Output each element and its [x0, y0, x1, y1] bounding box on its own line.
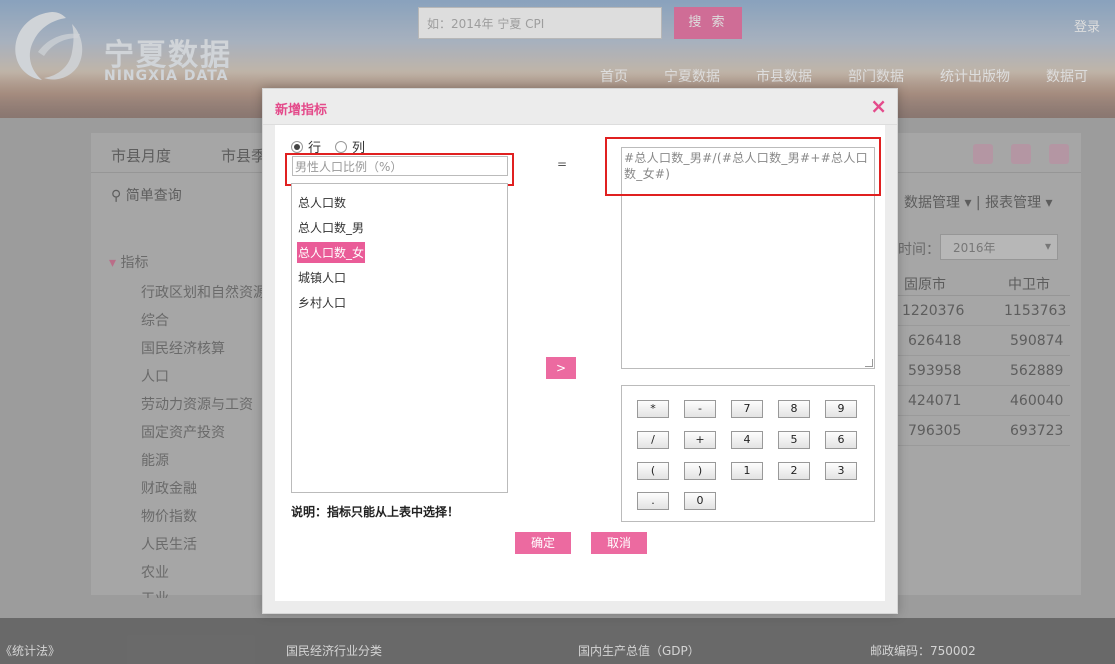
- list-item-selected[interactable]: 总人口数_女: [297, 242, 366, 263]
- key-plus[interactable]: +: [684, 431, 716, 449]
- key-8[interactable]: 8: [778, 400, 810, 418]
- close-icon[interactable]: ×: [870, 94, 887, 118]
- key-4[interactable]: 4: [731, 431, 763, 449]
- dialog-note: 说明：指标只能从上表中选择！: [291, 505, 460, 519]
- dialog-title: 新增指标: [275, 103, 328, 118]
- orientation-radios: 行 列: [291, 137, 379, 156]
- radio-column-option[interactable]: [335, 140, 348, 153]
- key-9[interactable]: 9: [825, 400, 857, 418]
- list-item[interactable]: 乡村人口: [297, 292, 347, 313]
- key-open-paren[interactable]: (: [637, 462, 669, 480]
- key-5[interactable]: 5: [778, 431, 810, 449]
- dialog-header: 新增指标 ×: [263, 89, 897, 125]
- radio-row-label: 行: [308, 141, 322, 156]
- key-2[interactable]: 2: [778, 462, 810, 480]
- formula-textarea[interactable]: [621, 147, 875, 369]
- list-item[interactable]: 总人口数_男: [297, 217, 365, 238]
- list-item[interactable]: 总人口数: [297, 192, 347, 213]
- add-to-formula-button[interactable]: >: [546, 357, 576, 379]
- key-7[interactable]: 7: [731, 400, 763, 418]
- key-0[interactable]: 0: [684, 492, 716, 510]
- key-1[interactable]: 1: [731, 462, 763, 480]
- radio-column-label: 列: [352, 141, 366, 156]
- list-item[interactable]: 城镇人口: [297, 267, 347, 288]
- key-multiply[interactable]: *: [637, 400, 669, 418]
- indicator-list: 总人口数 总人口数_男 总人口数_女 城镇人口 乡村人口: [291, 183, 508, 493]
- key-decimal[interactable]: .: [637, 492, 669, 510]
- add-indicator-dialog: 新增指标 × 行 列 总人口数 总人口数_男 总人口数_女 城镇人口 乡村人口 …: [262, 88, 898, 614]
- resize-grip-icon[interactable]: [865, 359, 873, 367]
- key-divide[interactable]: /: [637, 431, 669, 449]
- confirm-button[interactable]: 确定: [515, 532, 571, 554]
- radio-row-option[interactable]: [291, 140, 303, 153]
- key-6[interactable]: 6: [825, 431, 857, 449]
- indicator-name-input[interactable]: [292, 156, 508, 176]
- operator-keypad: * - 7 8 9 / + 4 5 6 ( ) 1 2 3 . 0: [621, 385, 875, 522]
- dialog-body: 行 列 总人口数 总人口数_男 总人口数_女 城镇人口 乡村人口 = > * -…: [275, 125, 885, 601]
- key-close-paren[interactable]: ): [684, 462, 716, 480]
- key-minus[interactable]: -: [684, 400, 716, 418]
- cancel-button[interactable]: 取消: [591, 532, 647, 554]
- key-3[interactable]: 3: [825, 462, 857, 480]
- equals-sign: =: [557, 157, 568, 171]
